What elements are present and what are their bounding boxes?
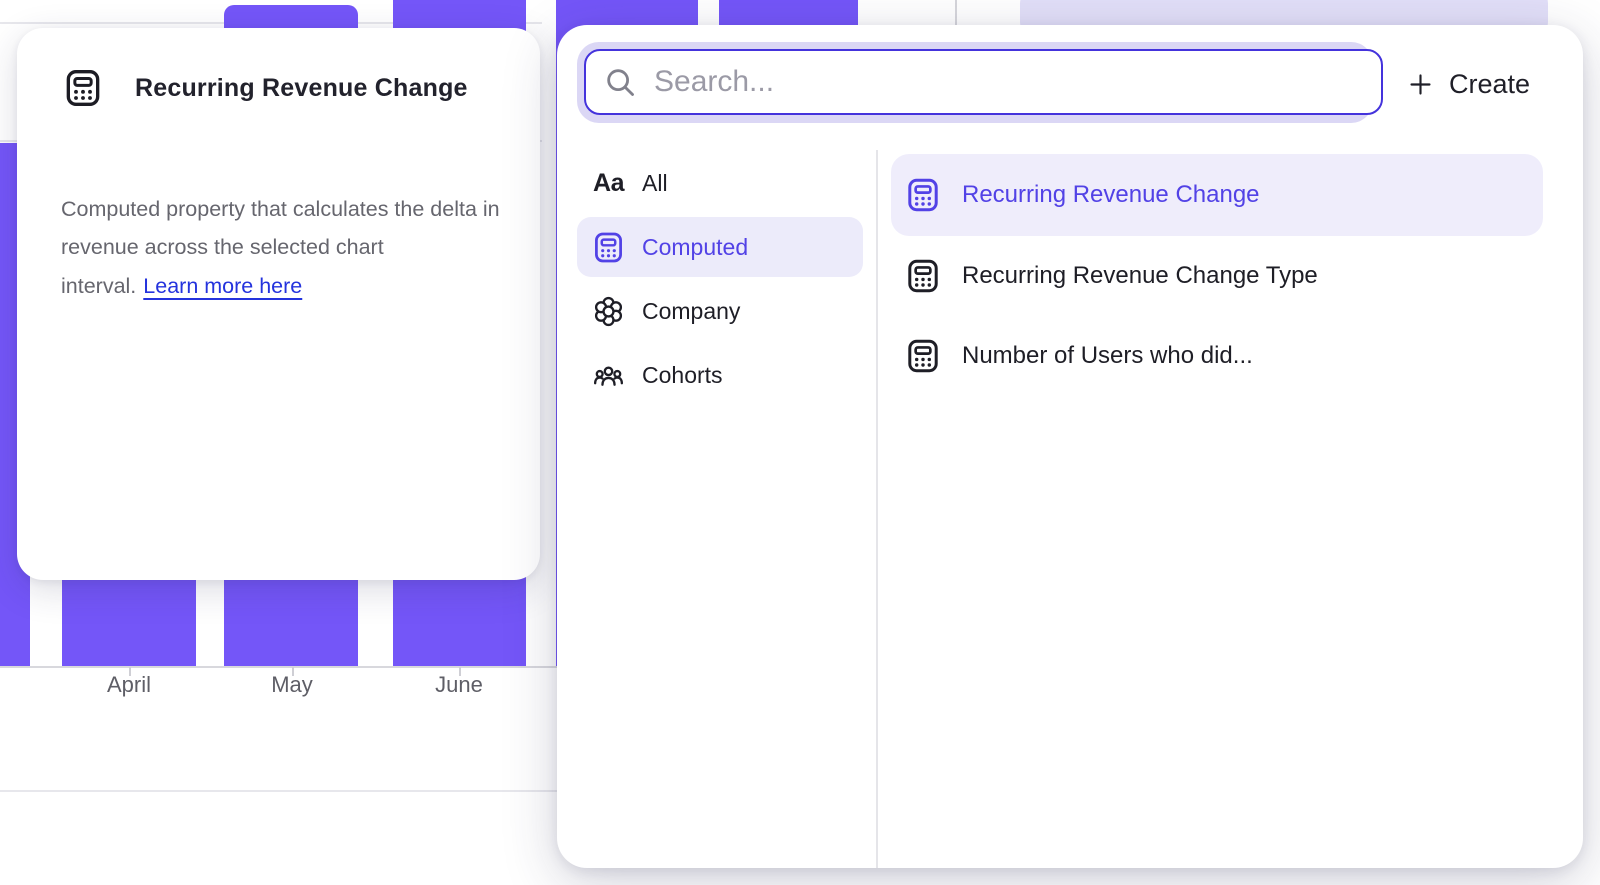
calculator-icon [905,258,941,294]
filter-item-all[interactable]: Aa All [577,153,863,213]
result-item-number-of-users[interactable]: Number of Users who did... [891,316,1543,396]
background-divider [0,790,560,792]
cohorts-icon [592,359,625,392]
calculator-icon [63,68,103,108]
result-item-recurring-revenue-change[interactable]: Recurring Revenue Change [891,154,1543,236]
property-tooltip-card: Recurring Revenue Change Computed proper… [17,28,540,580]
calculator-icon [905,177,941,213]
x-axis-line [0,666,560,668]
background-panel-divider [955,0,957,28]
modal-column-divider [876,150,878,868]
tooltip-description: Computed property that calculates the de… [61,190,507,306]
filter-label: Company [642,298,740,325]
create-button[interactable]: Create [1399,61,1538,107]
filter-item-cohorts[interactable]: Cohorts [577,345,863,405]
result-label: Number of Users who did... [962,342,1253,370]
result-list: Recurring Revenue Change Recurring Reven… [891,154,1543,396]
create-button-label: Create [1449,69,1530,100]
x-axis-label-april: April [107,672,151,698]
x-axis-label-may: May [271,672,313,698]
filter-item-company[interactable]: Company [577,281,863,341]
search-input-glow [577,42,1373,123]
filter-list: Aa All Computed Company Cohorts [577,153,863,405]
search-icon [604,66,636,98]
search-box[interactable] [584,49,1383,115]
learn-more-link[interactable]: Learn more here [143,274,302,298]
plus-icon [1407,71,1434,98]
tooltip-title: Recurring Revenue Change [135,74,468,103]
app-screen: April May June Recurring Revenue Change … [0,0,1600,885]
result-item-recurring-revenue-change-type[interactable]: Recurring Revenue Change Type [891,236,1543,316]
property-search-modal: Create Aa All Computed Company Cohorts [557,25,1583,868]
text-aa-icon: Aa [592,167,625,200]
search-input[interactable] [652,64,1381,100]
filter-label: Cohorts [642,362,723,389]
result-label: Recurring Revenue Change Type [962,262,1318,290]
x-axis-label-june: June [435,672,483,698]
calculator-icon [592,231,625,264]
company-icon [592,295,625,328]
filter-label: All [642,170,668,197]
filter-item-computed[interactable]: Computed [577,217,863,277]
filter-label: Computed [642,234,748,261]
tooltip-header: Recurring Revenue Change [63,68,468,108]
calculator-icon [905,338,941,374]
result-label: Recurring Revenue Change [962,181,1260,209]
